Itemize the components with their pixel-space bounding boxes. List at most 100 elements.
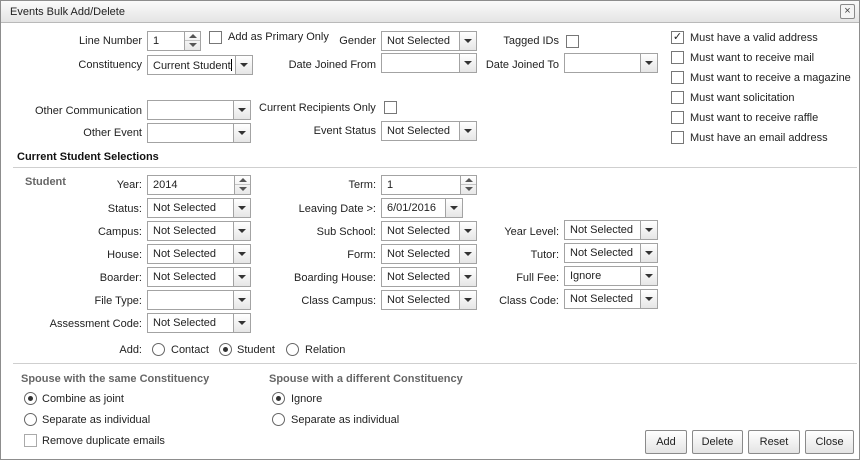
- add-button[interactable]: Add: [645, 430, 687, 454]
- close-icon[interactable]: ×: [840, 4, 855, 19]
- chevron-down-icon[interactable]: [459, 222, 476, 240]
- date-joined-to-label: Date Joined To: [485, 59, 559, 71]
- diff-separate-individual-radio[interactable]: [272, 413, 285, 426]
- chevron-down-icon[interactable]: [459, 122, 476, 140]
- add-contact-radio[interactable]: [152, 343, 165, 356]
- add-relation-radio[interactable]: [286, 343, 299, 356]
- requirement-label: Must want to receive a magazine: [690, 72, 851, 84]
- other-communication-select[interactable]: [147, 100, 251, 120]
- spin-up-icon[interactable]: [461, 176, 476, 185]
- boarder-label: Boarder:: [99, 272, 142, 284]
- gender-label: Gender: [339, 35, 376, 47]
- full-fee-select[interactable]: Ignore: [564, 266, 658, 286]
- line-number-spin[interactable]: [184, 32, 200, 50]
- current-recipients-only-checkbox[interactable]: [384, 101, 397, 114]
- spin-up-icon[interactable]: [185, 32, 200, 41]
- chevron-down-icon[interactable]: [233, 291, 250, 309]
- chevron-down-icon[interactable]: [640, 290, 657, 308]
- house-select[interactable]: Not Selected: [147, 244, 251, 264]
- year-stepper[interactable]: 2014: [147, 175, 251, 195]
- requirement-checkbox[interactable]: [671, 131, 684, 144]
- close-button[interactable]: Close: [805, 430, 854, 454]
- combine-joint-radio[interactable]: [24, 392, 37, 405]
- spin-down-icon[interactable]: [185, 41, 200, 50]
- requirement-checkbox[interactable]: [671, 51, 684, 64]
- dialog-title: Events Bulk Add/Delete: [10, 6, 125, 18]
- chevron-down-icon[interactable]: [459, 291, 476, 309]
- chevron-down-icon[interactable]: [640, 221, 657, 239]
- class-campus-select[interactable]: Not Selected: [381, 290, 477, 310]
- separate-individual-label: Separate as individual: [42, 414, 151, 426]
- term-stepper[interactable]: 1: [381, 175, 477, 195]
- form-select[interactable]: Not Selected: [381, 244, 477, 264]
- sub-school-select[interactable]: Not Selected: [381, 221, 477, 241]
- add-student-radio[interactable]: [219, 343, 232, 356]
- title-bar: Events Bulk Add/Delete ×: [1, 1, 859, 23]
- delete-button[interactable]: Delete: [692, 430, 743, 454]
- date-joined-to-select[interactable]: [564, 53, 658, 73]
- chevron-down-icon[interactable]: [640, 267, 657, 285]
- chevron-down-icon[interactable]: [459, 268, 476, 286]
- chevron-down-icon[interactable]: [640, 54, 657, 72]
- other-event-select[interactable]: [147, 123, 251, 143]
- class-code-select[interactable]: Not Selected: [564, 289, 658, 309]
- remove-duplicate-emails-checkbox[interactable]: [24, 434, 37, 447]
- class-code-label: Class Code:: [499, 295, 559, 307]
- date-joined-from-select[interactable]: [381, 53, 477, 73]
- add-label: Add:: [119, 344, 142, 356]
- house-label: House:: [107, 249, 142, 261]
- campus-select[interactable]: Not Selected: [147, 221, 251, 241]
- chevron-down-icon[interactable]: [233, 222, 250, 240]
- status-label: Status:: [107, 203, 142, 215]
- remove-duplicate-emails-label: Remove duplicate emails: [42, 435, 165, 447]
- reset-button[interactable]: Reset: [748, 430, 800, 454]
- requirement-checkbox[interactable]: [671, 91, 684, 104]
- chevron-down-icon[interactable]: [235, 56, 252, 74]
- assessment-code-select[interactable]: Not Selected: [147, 313, 251, 333]
- file-type-label: File Type:: [94, 295, 143, 307]
- constituency-label: Constituency: [78, 59, 142, 71]
- status-select[interactable]: Not Selected: [147, 198, 251, 218]
- requirement-checkbox[interactable]: ✓: [671, 31, 684, 44]
- chevron-down-icon[interactable]: [233, 101, 250, 119]
- ignore-label: Ignore: [291, 393, 323, 405]
- year-level-select[interactable]: Not Selected: [564, 220, 658, 240]
- boarder-select[interactable]: Not Selected: [147, 267, 251, 287]
- year-level-label: Year Level:: [504, 226, 559, 238]
- chevron-down-icon[interactable]: [233, 314, 250, 332]
- spin-down-icon[interactable]: [235, 185, 250, 194]
- chevron-down-icon[interactable]: [233, 199, 250, 217]
- chevron-down-icon[interactable]: [459, 32, 476, 50]
- chevron-down-icon[interactable]: [233, 245, 250, 263]
- requirement-checkbox[interactable]: [671, 71, 684, 84]
- spin-down-icon[interactable]: [461, 185, 476, 194]
- requirement-label: Must have a valid address: [690, 32, 818, 44]
- chevron-down-icon[interactable]: [233, 268, 250, 286]
- add-student-label: Student: [237, 344, 275, 356]
- tutor-select[interactable]: Not Selected: [564, 243, 658, 263]
- term-label: Term:: [348, 179, 377, 191]
- file-type-select[interactable]: [147, 290, 251, 310]
- chevron-down-icon[interactable]: [459, 245, 476, 263]
- separate-individual-radio[interactable]: [24, 413, 37, 426]
- event-status-select[interactable]: Not Selected: [381, 121, 477, 141]
- class-campus-label: Class Campus:: [301, 295, 376, 307]
- constituency-select[interactable]: Current Student: [147, 55, 253, 75]
- term-spin[interactable]: [460, 176, 476, 194]
- chevron-down-icon[interactable]: [445, 199, 462, 217]
- line-number-stepper[interactable]: 1: [147, 31, 201, 51]
- add-as-primary-only-checkbox[interactable]: [209, 31, 222, 44]
- leaving-date-label: Leaving Date >:: [298, 203, 376, 215]
- year-spin[interactable]: [234, 176, 250, 194]
- boarding-house-select[interactable]: Not Selected: [381, 267, 477, 287]
- chevron-down-icon[interactable]: [640, 244, 657, 262]
- tagged-ids-label: Tagged IDs: [503, 35, 559, 47]
- spin-up-icon[interactable]: [235, 176, 250, 185]
- chevron-down-icon[interactable]: [233, 124, 250, 142]
- gender-select[interactable]: Not Selected: [381, 31, 477, 51]
- ignore-radio[interactable]: [272, 392, 285, 405]
- requirement-checkbox[interactable]: [671, 111, 684, 124]
- leaving-date-select[interactable]: 6/01/2016: [381, 198, 463, 218]
- add-contact-label: Contact: [171, 344, 209, 356]
- tagged-ids-checkbox[interactable]: [566, 35, 579, 48]
